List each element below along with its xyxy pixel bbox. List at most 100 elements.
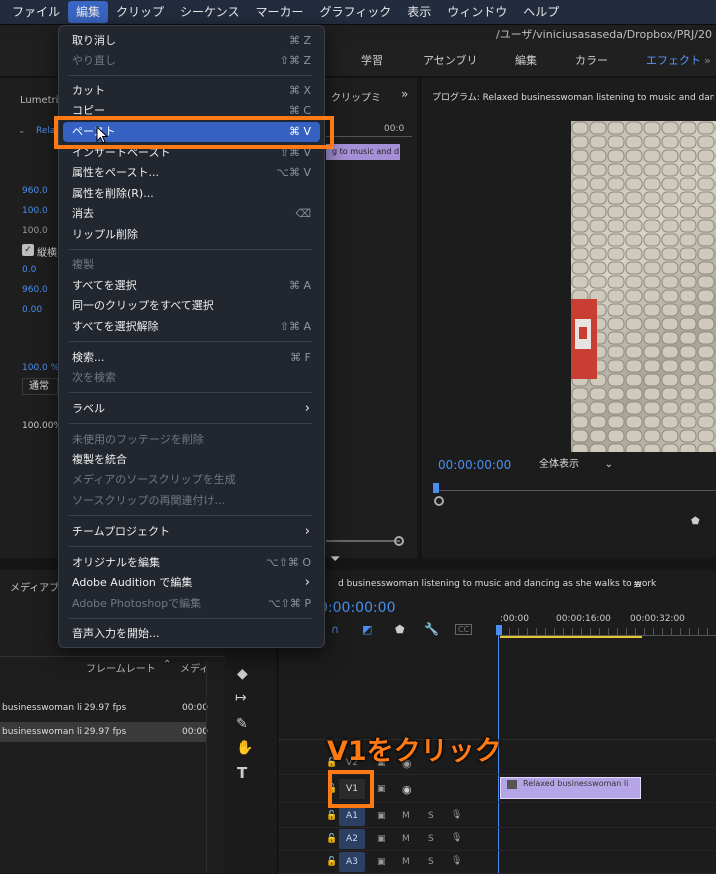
menu-item-consolidate[interactable]: 複製を統合 (63, 450, 320, 470)
sync-icon[interactable]: ▣ (377, 811, 386, 821)
scroll-handle-icon[interactable] (394, 536, 404, 546)
menu-item-edit-audition[interactable]: Adobe Audition で編集 › (63, 573, 320, 593)
mic-icon[interactable]: 🎙 (451, 810, 462, 820)
hand-icon[interactable]: ✋ (236, 740, 253, 756)
menu-item-clear[interactable]: 消去 ⌫ (63, 204, 320, 224)
mic-icon[interactable]: 🎙 (451, 856, 462, 866)
panel-expand-icon[interactable]: » (401, 87, 408, 101)
track-a2-toggle[interactable]: A2 (339, 829, 365, 849)
lock-icon[interactable]: 🔓 (326, 834, 337, 844)
solo-button[interactable]: S (428, 811, 434, 821)
track-a1-toggle[interactable]: A1 (339, 806, 365, 826)
menu-item-label[interactable]: ラベル › (63, 399, 320, 419)
playhead-handle-icon[interactable] (496, 625, 502, 635)
mic-icon[interactable]: 🎙 (451, 833, 462, 843)
sync-icon[interactable]: ▣ (377, 857, 386, 867)
menu-item-team-project[interactable]: チームプロジェクト › (63, 522, 320, 542)
solo-button[interactable]: S (428, 834, 434, 844)
blend-mode-select[interactable]: 通常 (22, 378, 58, 395)
razor-icon[interactable]: ◆ (237, 666, 248, 682)
ruler-tick-0: :00:00 (500, 614, 529, 624)
media-row[interactable]: businesswoman li 29.97 fps 00:00 (0, 698, 208, 718)
workspace-effects[interactable]: エフェクト (646, 45, 701, 77)
rotation-value[interactable]: 0.0 (22, 265, 36, 275)
clip-mini-tab[interactable]: クリップミ (331, 89, 381, 104)
captions-icon[interactable]: CC (455, 624, 473, 635)
menu-item-select-all[interactable]: すべてを選択 ⌘ A (63, 276, 320, 296)
menu-item-ripple-delete[interactable]: リップル削除 (63, 225, 320, 245)
chevron-down-icon[interactable]: ⌄ (18, 126, 26, 136)
position-x-value[interactable]: 960.0 (22, 186, 48, 196)
pen-icon[interactable]: ✎ (236, 716, 248, 732)
workspace-assembly[interactable]: アセンブリ (423, 45, 477, 77)
scale-value[interactable]: 100.0 (22, 206, 48, 216)
menu-clip[interactable]: クリップ (108, 1, 172, 23)
menu-item-cut[interactable]: カット ⌘ X (63, 81, 320, 101)
timeline-timecode[interactable]: 0:00:00:00 (319, 600, 396, 616)
anchor-value[interactable]: 960.0 (22, 285, 48, 295)
wrench-icon[interactable]: 🔧 (424, 622, 439, 636)
workspace-color[interactable]: カラー (575, 45, 608, 77)
video-clip[interactable]: Relaxed businesswoman li (500, 777, 641, 799)
add-marker-icon[interactable]: ⬟ (395, 623, 405, 636)
lock-icon[interactable]: 🔓 (326, 811, 337, 821)
media-row[interactable]: businesswoman li 29.97 fps 00:00 (0, 722, 208, 742)
media-browser-tab[interactable]: メディアブ (10, 579, 59, 594)
fit-select[interactable]: 全体表示 ⌄ (539, 457, 615, 473)
checkbox-icon[interactable]: ✓ (22, 244, 34, 256)
mini-scroll[interactable] (326, 540, 400, 542)
menu-item-dictation[interactable]: 音声入力を開始... (63, 624, 320, 644)
zoom-handle-icon[interactable] (434, 496, 444, 506)
cut-label: カット (72, 84, 105, 97)
workspace-learning[interactable]: 学習 (361, 45, 383, 77)
work-area-bar[interactable] (500, 636, 642, 638)
playhead-icon[interactable] (433, 483, 439, 493)
menu-item-edit-original[interactable]: オリジナルを編集 ⌥⇧⌘ O (63, 553, 320, 573)
panel-menu-icon[interactable]: ≡ (633, 578, 642, 591)
program-timecode[interactable]: 00:00:00:00 (438, 458, 511, 472)
mute-button[interactable]: M (402, 811, 410, 821)
opacity-value[interactable]: 100.0 % (22, 363, 59, 373)
sync-icon[interactable]: ▣ (377, 834, 386, 844)
sync-icon[interactable]: ▣ (377, 784, 386, 794)
mute-button[interactable]: M (402, 834, 410, 844)
filter-icon[interactable]: ⏷ (330, 552, 340, 567)
empty-video-area (278, 655, 716, 740)
menu-sequence[interactable]: シーケンス (172, 1, 247, 23)
menu-item-find[interactable]: 検索... ⌘ F (63, 348, 320, 368)
slip-icon[interactable]: ↦ (235, 690, 247, 706)
media-row-start: 00:00 (182, 727, 208, 737)
col-media[interactable]: メディ (180, 660, 209, 675)
menu-item-remove-attributes[interactable]: 属性を削除(R)... (63, 184, 320, 204)
text-tool-icon[interactable]: T (237, 764, 247, 782)
menu-help[interactable]: ヘルプ (515, 1, 567, 23)
sort-icon[interactable]: ⌃ (163, 659, 171, 670)
workspace-editing[interactable]: 編集 (515, 45, 537, 77)
time-ruler[interactable] (500, 628, 716, 636)
sequence-title[interactable]: d businesswoman listening to music and d… (338, 579, 656, 589)
col-framerate[interactable]: フレームレート (86, 660, 156, 675)
speed-value[interactable]: 100.00% (22, 421, 62, 431)
lock-icon[interactable]: 🔓 (326, 857, 337, 867)
snap-icon[interactable]: ∩ (331, 623, 339, 636)
track-a3-toggle[interactable]: A3 (339, 852, 365, 872)
track-a3: 🔓 A3 ▣ M S 🎙 (278, 851, 716, 874)
menu-edit[interactable]: 編集 (68, 1, 109, 23)
linked-icon[interactable]: ◩ (362, 623, 372, 636)
workspace-more-icon[interactable]: » (704, 45, 711, 77)
menu-item-undo[interactable]: 取り消し ⌘ Z (63, 31, 320, 51)
menu-file[interactable]: ファイル (4, 1, 68, 23)
menu-window[interactable]: ウィンドウ (439, 1, 515, 23)
marker-icon[interactable]: ⬟ (691, 516, 700, 527)
menu-graphics[interactable]: グラフィック (311, 1, 399, 23)
menu-marker[interactable]: マーカー (247, 1, 311, 23)
eye-icon[interactable]: ◉ (402, 783, 412, 796)
menu-item-select-same[interactable]: 同一のクリップをすべて選択 (63, 296, 320, 316)
clip-mini-block[interactable]: g to music and d (326, 144, 400, 160)
menu-view[interactable]: 表示 (399, 1, 439, 23)
flicker-value[interactable]: 0.00 (22, 305, 42, 315)
menu-item-paste-attributes[interactable]: 属性をペースト... ⌥⌘ V (63, 163, 320, 183)
menu-item-deselect-all[interactable]: すべてを選択解除 ⇧⌘ A (63, 317, 320, 337)
mute-button[interactable]: M (402, 857, 410, 867)
solo-button[interactable]: S (428, 857, 434, 867)
